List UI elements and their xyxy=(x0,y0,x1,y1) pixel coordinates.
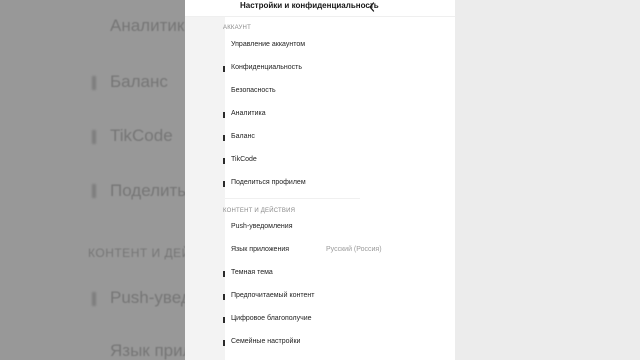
row-analytics[interactable]: Аналитика xyxy=(225,105,455,125)
row-tikcode[interactable]: TikCode xyxy=(225,151,455,171)
right-blur-area xyxy=(455,0,640,360)
row-label: Цифровое благополучие xyxy=(231,315,312,322)
row-label: Безопасность xyxy=(231,87,276,94)
chevron-left-icon xyxy=(369,2,375,12)
row-push-notifications[interactable]: Push-уведомления xyxy=(225,218,455,238)
left-gutter xyxy=(185,16,225,360)
row-label: Управление аккаунтом xyxy=(231,41,306,48)
row-manage-account[interactable]: Управление аккаунтом xyxy=(225,36,455,56)
row-dark-theme[interactable]: Темная тема xyxy=(225,264,455,284)
row-content-preferences[interactable]: Предпочитаемый контент xyxy=(225,287,455,307)
page-title: Настройки и конфиденциальность xyxy=(240,1,379,10)
row-label: TikCode xyxy=(231,156,257,163)
row-app-language[interactable]: Язык приложения Русский (Россия) xyxy=(225,241,455,261)
row-label: Темная тема xyxy=(231,269,273,276)
row-family-pairing[interactable]: Семейные настройки xyxy=(225,333,455,353)
row-digital-wellbeing[interactable]: Цифровое благополучие xyxy=(225,310,455,330)
row-label: Предпочитаемый контент xyxy=(231,292,315,299)
row-label: Семейные настройки xyxy=(231,338,301,345)
top-bar: Настройки и конфиденциальность xyxy=(185,0,455,17)
row-balance[interactable]: Баланс xyxy=(225,128,455,148)
section-account-header: АККАУНТ xyxy=(223,25,251,31)
row-label: Аналитика xyxy=(231,110,266,117)
row-share-profile[interactable]: Поделиться профилем xyxy=(225,174,455,194)
back-button[interactable] xyxy=(365,0,379,14)
section-content-header: КОНТЕНТ И ДЕЙСТВИЯ xyxy=(223,208,296,214)
language-value: Русский (Россия) xyxy=(326,246,382,253)
row-label: Конфиденциальность xyxy=(231,64,303,71)
row-label: Баланс xyxy=(231,133,255,140)
left-blur-overlay xyxy=(0,0,185,360)
row-label: Язык приложения xyxy=(231,246,290,253)
settings-screen: Настройки и конфиденциальность АККАУНТ У… xyxy=(185,0,455,360)
row-label: Push-уведомления xyxy=(231,223,293,230)
row-label: Поделиться профилем xyxy=(231,179,306,186)
section-divider xyxy=(225,198,360,199)
row-privacy[interactable]: Конфиденциальность xyxy=(225,59,455,79)
row-security[interactable]: Безопасность xyxy=(225,82,455,102)
